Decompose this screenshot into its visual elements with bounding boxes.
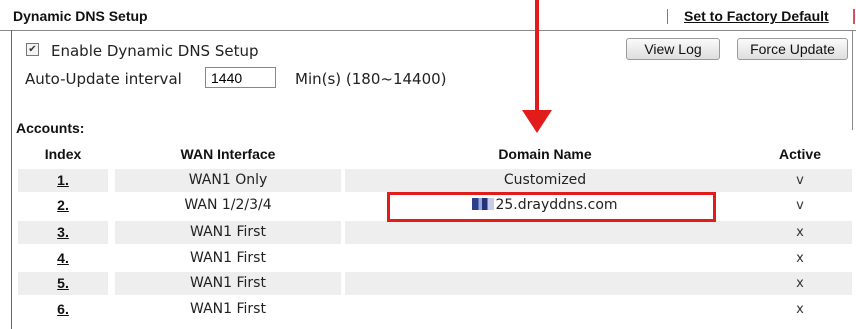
enable-ddns-label: Enable Dynamic DNS Setup (51, 42, 259, 60)
table-row: 6. WAN1 First x (18, 298, 852, 321)
row-index-link[interactable]: 1. (18, 169, 108, 192)
table-row: 1. WAN1 Only Customized v (18, 169, 852, 192)
row-domain-name: Customized (503, 172, 587, 188)
column-header-active: Active (778, 146, 822, 162)
row-index-link[interactable]: 6. (18, 298, 108, 321)
view-log-button[interactable]: View Log (626, 38, 720, 60)
table-row: 3. WAN1 First x (18, 221, 852, 244)
row-domain-name (345, 298, 745, 321)
row-index-link[interactable]: 5. (18, 272, 108, 295)
column-header-wan-interface: WAN Interface (180, 146, 276, 162)
row-wan-interface: WAN 1/2/3/4 (184, 197, 272, 213)
column-header-index: Index (44, 146, 82, 162)
row-active-status: v (796, 173, 804, 188)
header-separator-right (853, 9, 855, 24)
annotation-arrow-head (522, 110, 552, 133)
table-row: 5. WAN1 First x (18, 272, 852, 295)
accounts-heading: Accounts: (16, 120, 85, 136)
row-index-link[interactable]: 2. (18, 194, 108, 217)
row-active-status: x (796, 251, 804, 266)
header-separator (667, 9, 668, 24)
row-domain-name (345, 221, 745, 244)
row-domain-name (345, 247, 745, 270)
row-active-status: v (796, 198, 804, 213)
row-active-status: x (796, 302, 804, 317)
annotation-arrow-shaft (535, 0, 539, 112)
row-wan-interface: WAN1 First (115, 221, 341, 244)
panel-border-right (852, 30, 853, 130)
section-header: Dynamic DNS Setup Set to Factory Default (0, 0, 856, 31)
set-factory-default-link[interactable]: Set to Factory Default (684, 8, 829, 24)
page-title: Dynamic DNS Setup (13, 8, 148, 24)
row-wan-interface: WAN1 First (190, 301, 266, 317)
row-wan-interface: WAN1 Only (115, 169, 341, 192)
interval-range-hint: Min(s) (180~14400) (295, 70, 447, 88)
auto-update-label: Auto-Update interval (25, 70, 182, 88)
column-header-domain-name: Domain Name (498, 146, 592, 162)
panel-border-left (11, 30, 12, 329)
enable-ddns-checkbox[interactable]: ✔ (26, 43, 39, 56)
row-domain-name (345, 272, 745, 295)
row-wan-interface: WAN1 First (115, 272, 341, 295)
annotation-highlight-box (387, 192, 716, 222)
row-index-link[interactable]: 4. (18, 247, 108, 270)
row-index-link[interactable]: 3. (18, 221, 108, 244)
row-active-status: x (796, 276, 804, 291)
auto-update-interval-input[interactable] (205, 67, 276, 88)
row-wan-interface: WAN1 First (190, 250, 266, 266)
row-active-status: x (796, 225, 804, 240)
table-row: 4. WAN1 First x (18, 247, 852, 270)
force-update-button[interactable]: Force Update (737, 38, 848, 60)
